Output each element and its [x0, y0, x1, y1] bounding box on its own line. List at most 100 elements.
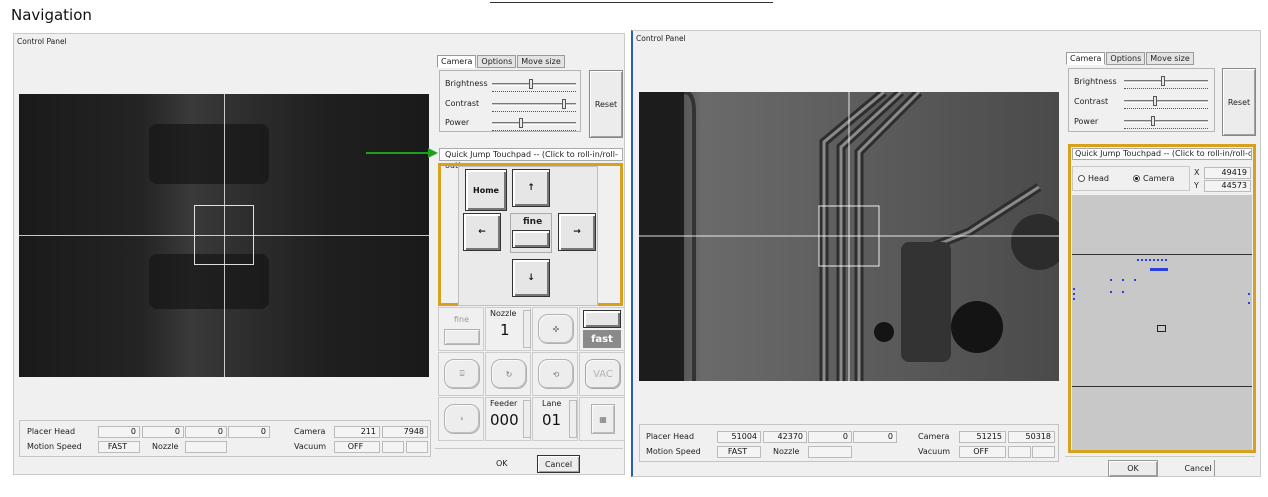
point — [1073, 298, 1075, 300]
cancel-button[interactable]: Cancel — [537, 455, 580, 473]
feeder-spinner[interactable] — [523, 400, 531, 438]
down-arrow-button[interactable]: ↓ — [512, 259, 550, 297]
camera-view[interactable] — [19, 94, 429, 377]
page-title: Navigation — [11, 6, 92, 24]
placer-head-value: 0 — [808, 431, 852, 443]
place-icon[interactable]: ⍖ — [444, 404, 480, 434]
brightness-thumb[interactable] — [529, 79, 533, 89]
point — [1122, 279, 1124, 281]
camera-view[interactable] — [639, 92, 1059, 381]
placer-head-value: 51004 — [717, 431, 761, 443]
tab-bar: Camera Options Move size — [1066, 52, 1195, 65]
tab-move-size[interactable]: Move size — [1146, 52, 1194, 65]
feeder-label: Feeder — [490, 399, 518, 408]
brightness-ticks — [492, 89, 576, 92]
green-arrow-icon — [366, 146, 438, 160]
left-arrow-button[interactable]: ← — [463, 213, 501, 251]
tab-camera[interactable]: Camera — [437, 55, 477, 68]
camera-value: 51215 — [959, 431, 1006, 443]
nozzle-icon[interactable]: ✜ — [538, 314, 574, 344]
camera-value: 50318 — [1008, 431, 1055, 443]
vacuum-extra — [406, 441, 428, 453]
camera-settings-group: Brightness Contrast Power — [439, 70, 581, 132]
head-radio[interactable] — [1078, 175, 1085, 182]
pickup-icon[interactable]: ⍗ — [444, 359, 480, 389]
brightness-slider[interactable] — [1124, 80, 1208, 83]
camera-label: Camera — [918, 432, 950, 441]
tab-options[interactable]: Options — [477, 55, 517, 68]
lane-spinner[interactable] — [569, 400, 577, 438]
reset-button[interactable]: Reset — [1222, 68, 1256, 136]
fast-speed-button[interactable]: fast — [583, 330, 621, 348]
point — [1161, 259, 1163, 261]
window-title: Control Panel — [17, 37, 67, 46]
touchpad-header[interactable]: Quick Jump Touchpad -- (Click to roll-in… — [1072, 148, 1252, 160]
brightness-slider[interactable] — [492, 83, 576, 86]
shadow-shape — [149, 124, 269, 184]
contrast-label: Contrast — [445, 99, 480, 108]
point — [1149, 259, 1151, 261]
grid-icon[interactable]: ▦ — [591, 404, 615, 434]
touchpad-map[interactable] — [1072, 195, 1252, 450]
home-button[interactable]: Home — [465, 169, 507, 211]
ok-button[interactable]: OK — [496, 459, 508, 468]
point — [1110, 291, 1112, 293]
current-position-marker — [1157, 325, 1166, 332]
power-slider[interactable] — [492, 122, 576, 125]
fine-speed-button[interactable] — [444, 329, 480, 345]
status-info: Placer Head 0 0 0 0 Camera 211 7948 Moti… — [19, 420, 431, 457]
brightness-thumb[interactable] — [1161, 76, 1165, 86]
nozzle-info-value — [808, 446, 852, 458]
vac-button[interactable]: VAC — [585, 359, 621, 389]
placer-head-value: 0 — [185, 426, 227, 438]
rotate-icon[interactable]: ⟲ — [538, 359, 574, 389]
right-control-panel: Control Panel Camera Options Move size B… — [631, 30, 1261, 477]
contrast-thumb[interactable] — [562, 99, 566, 109]
left-control-panel: Control Panel Camera Options Move size B… — [13, 33, 625, 475]
fast-speed-toggle[interactable] — [583, 310, 621, 328]
motion-speed-value: FAST — [717, 446, 761, 458]
head-radio-label[interactable]: Head — [1088, 174, 1109, 183]
up-arrow-button[interactable]: ↑ — [512, 169, 550, 207]
vacuum-label: Vacuum — [294, 442, 327, 451]
crosshair-box — [194, 205, 254, 265]
jog-pad: Home ↑ ← fine → ↓ — [438, 163, 623, 306]
reset-button[interactable]: Reset — [589, 70, 623, 138]
cancel-button[interactable]: Cancel — [1178, 464, 1218, 473]
placer-head-value: 0 — [98, 426, 140, 438]
tab-options[interactable]: Options — [1106, 52, 1146, 65]
board-area — [1072, 254, 1252, 387]
point — [1122, 291, 1124, 293]
brightness-label: Brightness — [1074, 77, 1117, 86]
fine-label: fine — [523, 217, 543, 227]
power-thumb[interactable] — [1151, 116, 1155, 126]
fine-button[interactable] — [512, 230, 550, 248]
contrast-ticks — [492, 109, 576, 112]
brightness-label: Brightness — [445, 79, 488, 88]
camera-value: 7948 — [382, 426, 428, 438]
vacuum-value: OFF — [959, 446, 1006, 458]
tab-move-size[interactable]: Move size — [517, 55, 565, 68]
contrast-slider[interactable] — [1124, 100, 1208, 103]
nozzle-spinner[interactable] — [523, 310, 531, 348]
ok-button[interactable]: OK — [1108, 460, 1158, 477]
rotate-icon[interactable]: ↻ — [491, 359, 527, 389]
placer-head-label: Placer Head — [646, 432, 695, 441]
power-slider[interactable] — [1124, 120, 1208, 123]
power-thumb[interactable] — [519, 118, 523, 128]
point — [1165, 259, 1167, 261]
touchpad-header[interactable]: Quick Jump Touchpad -- (Click to roll-in… — [439, 148, 623, 170]
tab-camera[interactable]: Camera — [1066, 52, 1106, 65]
contrast-ticks — [1124, 106, 1208, 109]
y-label: Y — [1194, 181, 1199, 190]
nozzle-info-value — [185, 441, 227, 453]
right-arrow-button[interactable]: → — [558, 213, 596, 251]
point — [1073, 293, 1075, 295]
contrast-thumb[interactable] — [1153, 96, 1157, 106]
y-value: 44573 — [1204, 180, 1251, 192]
camera-radio-label[interactable]: Camera — [1143, 174, 1174, 183]
camera-radio[interactable] — [1133, 175, 1140, 182]
button-separator — [1065, 456, 1255, 457]
button-separator — [435, 448, 623, 449]
camera-label: Camera — [294, 427, 326, 436]
